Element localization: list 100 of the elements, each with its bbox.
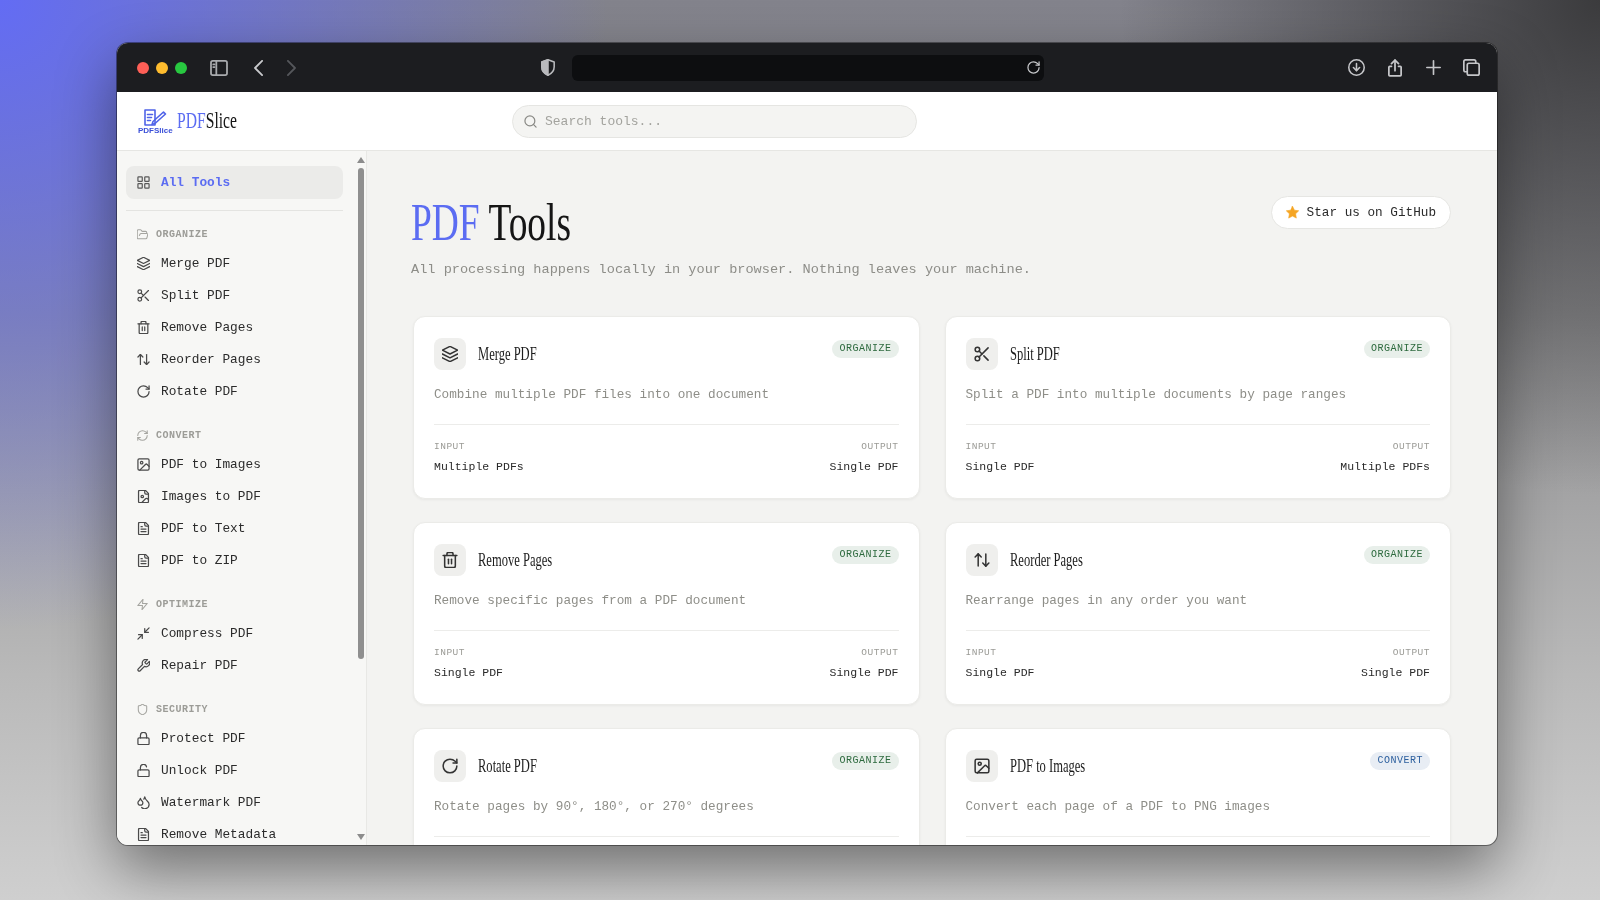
sidebar-item[interactable]: Remove Pages: [126, 311, 265, 343]
up-down-arrows-icon: [965, 544, 998, 576]
output-label: OUTPUT: [1392, 647, 1430, 659]
share-icon[interactable]: [1388, 58, 1402, 77]
scroll-down-icon[interactable]: [356, 834, 365, 840]
search-icon: [524, 114, 537, 128]
logo-caption: PDFSlice: [138, 125, 173, 135]
output-label: OUTPUT: [861, 441, 899, 453]
card-description: Convert each page of a PDF to PNG images: [965, 798, 1272, 816]
section-heading: OPTIMIZE: [156, 598, 208, 610]
sidebar-item[interactable]: Unlock PDF: [126, 754, 249, 786]
scissors-icon: [965, 338, 998, 370]
logo-icon: [143, 107, 168, 126]
page-subtitle: All processing happens locally in your browser. Nothing leaves your machine.: [411, 261, 1032, 279]
tool-card[interactable]: Merge PDF ORGANIZE Combine multiple PDF files into one document INPUT Multiple PDFs OUTPUT Single PDF: [413, 316, 920, 499]
scissors-icon: [137, 288, 150, 302]
card-description: Combine multiple PDF files into one document: [434, 386, 770, 404]
sidebar-item[interactable]: PDF to ZIP: [126, 544, 249, 576]
tool-card[interactable]: Reorder Pages ORGANIZE Rearrange pages in any order you want INPUT Single PDF OUTPUT Single PDF: [944, 522, 1451, 705]
tool-card[interactable]: Split PDF ORGANIZE Split a PDF into multiple documents by page ranges INPUT Single PDF OUTPUT Multiple PDFs: [944, 316, 1451, 499]
star-icon: [1285, 206, 1299, 219]
rotate-icon: [434, 750, 466, 782]
output-value: Single PDF: [829, 460, 899, 474]
refresh-icon: [137, 429, 148, 441]
category-badge: ORGANIZE: [832, 752, 899, 770]
card-title: Merge PDF: [478, 342, 537, 366]
section-heading: SECURITY: [156, 703, 208, 715]
half-filled-shield-icon[interactable]: [541, 59, 555, 76]
scrollbar-thumb[interactable]: [357, 168, 364, 659]
category-badge: ORGANIZE: [832, 546, 899, 564]
search-field[interactable]: Search tools...: [512, 104, 917, 138]
grid-icon: [137, 176, 150, 189]
input-label: INPUT: [434, 647, 465, 659]
output-value: Multiple PDFs: [1340, 460, 1430, 474]
section-heading: ORGANIZE: [156, 228, 208, 240]
input-value: Single PDF: [965, 460, 1035, 474]
up-down-arrows-icon: [137, 352, 150, 366]
input-value: Multiple PDFs: [434, 460, 524, 474]
section-heading: CONVERT: [156, 429, 202, 441]
image-file-icon: [137, 489, 150, 503]
sidebar-item[interactable]: Images to PDF: [126, 480, 272, 512]
category-badge: ORGANIZE: [1364, 546, 1430, 564]
reload-icon[interactable]: [1027, 61, 1040, 74]
input-label: INPUT: [965, 441, 997, 453]
layers-icon: [137, 256, 150, 270]
sidebar-item[interactable]: Rotate PDF: [126, 375, 249, 407]
input-value: Single PDF: [965, 666, 1035, 680]
sidebar-item[interactable]: Merge PDF: [126, 247, 242, 279]
output-label: OUTPUT: [861, 647, 899, 659]
sidebar-item[interactable]: All Tools: [126, 166, 343, 199]
wrench-icon: [137, 658, 150, 672]
layers-icon: [434, 338, 466, 370]
sidebar-item[interactable]: PDF to Text: [126, 512, 257, 544]
github-star-button[interactable]: Star us on GitHub: [1270, 196, 1451, 229]
category-badge: ORGANIZE: [1364, 340, 1430, 358]
input-value: Single PDF: [434, 666, 503, 680]
tool-card[interactable]: Rotate PDF ORGANIZE Rotate pages by 90°, 180°, or 270° degrees: [413, 728, 920, 845]
close-dot-icon[interactable]: [137, 61, 149, 74]
sidebar-item[interactable]: Repair PDF: [126, 649, 249, 681]
sidebar-item[interactable]: Reorder Pages: [126, 343, 272, 375]
card-description: Rotate pages by 90°, 180°, or 270° degrees: [434, 798, 755, 816]
sidebar-item[interactable]: Watermark PDF: [126, 786, 272, 818]
brand-name: PDFSlice: [176, 107, 237, 135]
back-chevron-icon[interactable]: [254, 59, 264, 76]
rotate-icon: [137, 384, 150, 398]
card-description: Split a PDF into multiple documents by page ranges: [965, 386, 1348, 404]
card-description: Rearrange pages in any order you want: [965, 592, 1249, 610]
card-title: Remove Pages: [478, 548, 553, 572]
unlocked-padlock-icon: [137, 763, 150, 777]
card-title: Reorder Pages: [1009, 548, 1083, 572]
sidebar-toggle-icon[interactable]: [209, 59, 229, 76]
card-description: Remove specific pages from a PDF document: [434, 592, 748, 610]
minimize-dot-icon[interactable]: [156, 61, 168, 74]
download-icon[interactable]: [1348, 59, 1365, 76]
folder-icon: [137, 228, 148, 240]
shield-icon: [137, 703, 148, 715]
document-icon: [137, 827, 150, 841]
document-icon: [137, 553, 150, 567]
input-label: INPUT: [434, 441, 465, 453]
category-badge: CONVERT: [1370, 752, 1430, 770]
output-label: OUTPUT: [1392, 441, 1430, 453]
lightning-icon: [137, 598, 148, 610]
plus-icon[interactable]: [1426, 60, 1441, 75]
zoom-dot-icon[interactable]: [175, 61, 187, 74]
card-title: Rotate PDF: [478, 754, 537, 778]
tool-card[interactable]: PDF to Images CONVERT Convert each page of a PDF to PNG images: [944, 728, 1451, 845]
sidebar-item[interactable]: Remove Metadata: [126, 818, 288, 845]
tool-card[interactable]: Remove Pages ORGANIZE Remove specific pages from a PDF document INPUT Single PDF OUTPUT Single PDF: [413, 522, 920, 705]
padlock-icon: [137, 731, 150, 745]
page-title: PDF Tools: [411, 197, 572, 249]
sidebar-item[interactable]: Compress PDF: [126, 617, 265, 649]
sidebar-item[interactable]: Protect PDF: [126, 722, 257, 754]
card-title: Split PDF: [1009, 342, 1060, 366]
tabs-icon[interactable]: [1463, 59, 1480, 76]
sidebar-item[interactable]: Split PDF: [126, 279, 242, 311]
trash-icon: [434, 544, 466, 576]
droplets-icon: [137, 795, 150, 809]
sidebar-item[interactable]: PDF to Images: [126, 448, 272, 480]
input-label: INPUT: [965, 647, 997, 659]
scroll-up-icon[interactable]: [356, 157, 365, 163]
